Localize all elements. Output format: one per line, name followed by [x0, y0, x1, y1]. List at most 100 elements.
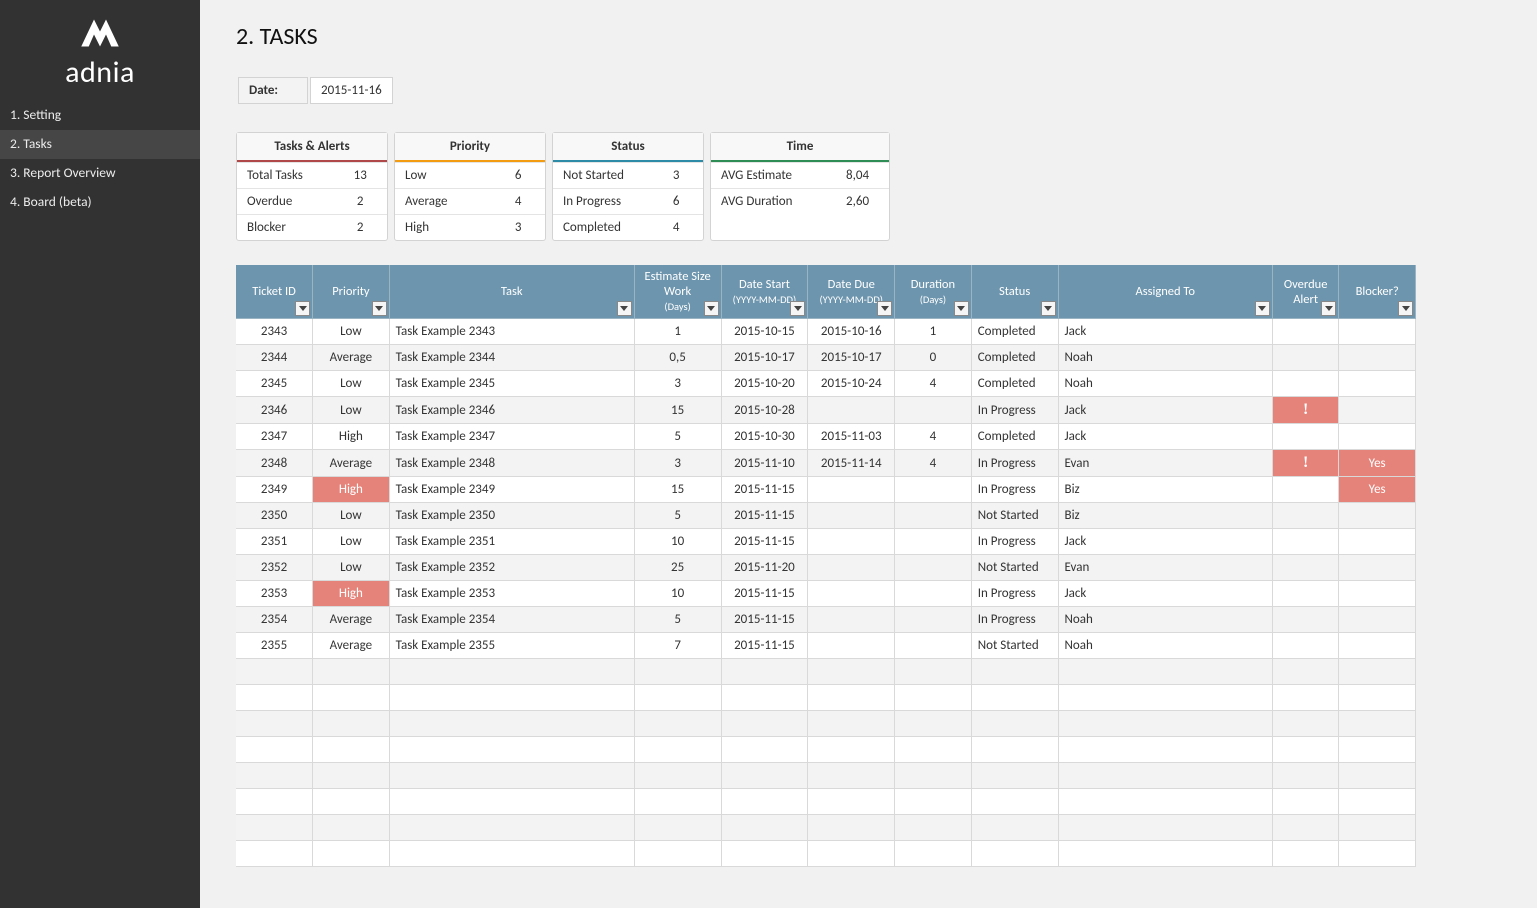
cell-over[interactable]	[1272, 607, 1338, 633]
cell-over[interactable]	[1272, 319, 1338, 345]
cell-dd[interactable]	[808, 633, 895, 659]
cell-empty[interactable]	[389, 659, 634, 685]
cell-empty[interactable]	[389, 737, 634, 763]
cell-est[interactable]: 15	[634, 477, 721, 503]
column-header-dur[interactable]: Duration (Days)	[895, 265, 972, 319]
cell-empty[interactable]	[1339, 841, 1416, 867]
cell-status[interactable]: Completed	[971, 424, 1058, 450]
cell-empty[interactable]	[236, 815, 313, 841]
column-header-ds[interactable]: Date Start (YYYY-MM-DD)	[721, 265, 808, 319]
cell-empty[interactable]	[971, 763, 1058, 789]
cell-empty[interactable]	[721, 841, 808, 867]
cell-empty[interactable]	[895, 685, 972, 711]
cell-empty[interactable]	[313, 763, 390, 789]
cell-empty[interactable]	[313, 789, 390, 815]
cell-assn[interactable]: Evan	[1058, 555, 1272, 581]
cell-empty[interactable]	[895, 763, 972, 789]
cell-ds[interactable]: 2015-10-15	[721, 319, 808, 345]
cell-task[interactable]: Task Example 2350	[389, 503, 634, 529]
cell-task[interactable]: Task Example 2355	[389, 633, 634, 659]
cell-dur[interactable]	[895, 607, 972, 633]
cell-blk[interactable]	[1339, 581, 1416, 607]
cell-empty[interactable]	[1058, 737, 1272, 763]
cell-blk[interactable]	[1339, 319, 1416, 345]
cell-empty[interactable]	[895, 737, 972, 763]
cell-empty[interactable]	[808, 659, 895, 685]
cell-empty[interactable]	[1272, 737, 1338, 763]
table-row-empty[interactable]	[236, 841, 1416, 867]
cell-ds[interactable]: 2015-11-15	[721, 581, 808, 607]
cell-over[interactable]	[1272, 371, 1338, 397]
cell-empty[interactable]	[808, 841, 895, 867]
cell-ticket[interactable]: 2348	[236, 450, 313, 477]
cell-empty[interactable]	[721, 815, 808, 841]
cell-assn[interactable]: Noah	[1058, 371, 1272, 397]
cell-empty[interactable]	[971, 815, 1058, 841]
cell-priority[interactable]: Average	[313, 450, 390, 477]
cell-dd[interactable]	[808, 477, 895, 503]
cell-task[interactable]: Task Example 2346	[389, 397, 634, 424]
cell-status[interactable]: Not Started	[971, 503, 1058, 529]
cell-empty[interactable]	[1339, 685, 1416, 711]
cell-status[interactable]: In Progress	[971, 450, 1058, 477]
filter-dropdown-icon[interactable]	[1398, 301, 1413, 316]
cell-ds[interactable]: 2015-10-17	[721, 345, 808, 371]
cell-empty[interactable]	[1339, 789, 1416, 815]
cell-est[interactable]: 3	[634, 450, 721, 477]
cell-priority[interactable]: Average	[313, 607, 390, 633]
table-row[interactable]: 2355AverageTask Example 235572015-11-15N…	[236, 633, 1416, 659]
table-row[interactable]: 2350LowTask Example 235052015-11-15Not S…	[236, 503, 1416, 529]
cell-empty[interactable]	[634, 763, 721, 789]
filter-dropdown-icon[interactable]	[1321, 301, 1336, 316]
cell-ticket[interactable]: 2345	[236, 371, 313, 397]
cell-priority[interactable]: Average	[313, 633, 390, 659]
cell-priority[interactable]: Low	[313, 397, 390, 424]
cell-dd[interactable]: 2015-11-14	[808, 450, 895, 477]
sidebar-item[interactable]: 1. Setting	[0, 101, 200, 130]
cell-dur[interactable]: 4	[895, 450, 972, 477]
cell-empty[interactable]	[721, 763, 808, 789]
cell-empty[interactable]	[895, 711, 972, 737]
table-row-empty[interactable]	[236, 789, 1416, 815]
cell-empty[interactable]	[971, 841, 1058, 867]
sidebar-item[interactable]: 2. Tasks	[0, 130, 200, 159]
column-header-status[interactable]: Status	[971, 265, 1058, 319]
cell-assn[interactable]: Jack	[1058, 529, 1272, 555]
cell-empty[interactable]	[236, 789, 313, 815]
cell-status[interactable]: Not Started	[971, 555, 1058, 581]
cell-blk[interactable]	[1339, 555, 1416, 581]
cell-dur[interactable]	[895, 503, 972, 529]
cell-priority[interactable]: Low	[313, 555, 390, 581]
cell-dur[interactable]	[895, 477, 972, 503]
filter-dropdown-icon[interactable]	[877, 301, 892, 316]
cell-empty[interactable]	[634, 841, 721, 867]
cell-task[interactable]: Task Example 2353	[389, 581, 634, 607]
cell-empty[interactable]	[895, 841, 972, 867]
cell-empty[interactable]	[634, 685, 721, 711]
cell-task[interactable]: Task Example 2354	[389, 607, 634, 633]
cell-empty[interactable]	[721, 737, 808, 763]
cell-ds[interactable]: 2015-11-15	[721, 633, 808, 659]
column-header-priority[interactable]: Priority	[313, 265, 390, 319]
filter-dropdown-icon[interactable]	[954, 301, 969, 316]
column-header-blk[interactable]: Blocker?	[1339, 265, 1416, 319]
cell-ds[interactable]: 2015-11-15	[721, 503, 808, 529]
cell-empty[interactable]	[971, 737, 1058, 763]
cell-status[interactable]: In Progress	[971, 529, 1058, 555]
table-row[interactable]: 2347HighTask Example 234752015-10-302015…	[236, 424, 1416, 450]
cell-empty[interactable]	[634, 659, 721, 685]
cell-empty[interactable]	[313, 737, 390, 763]
cell-empty[interactable]	[236, 841, 313, 867]
filter-dropdown-icon[interactable]	[372, 301, 387, 316]
cell-est[interactable]: 0,5	[634, 345, 721, 371]
filter-dropdown-icon[interactable]	[704, 301, 719, 316]
cell-dd[interactable]: 2015-10-24	[808, 371, 895, 397]
cell-status[interactable]: In Progress	[971, 477, 1058, 503]
cell-empty[interactable]	[808, 685, 895, 711]
cell-dur[interactable]	[895, 633, 972, 659]
cell-empty[interactable]	[389, 763, 634, 789]
cell-empty[interactable]	[808, 711, 895, 737]
cell-empty[interactable]	[971, 659, 1058, 685]
cell-dur[interactable]	[895, 555, 972, 581]
filter-dropdown-icon[interactable]	[1255, 301, 1270, 316]
